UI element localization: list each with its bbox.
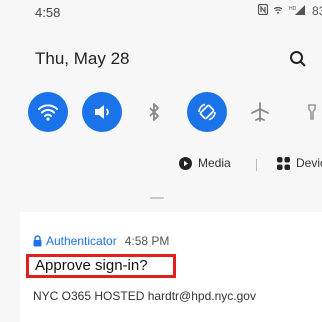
devices-label: Devic <box>296 156 322 170</box>
airplane-mode-toggle[interactable] <box>240 92 280 132</box>
bluetooth-icon <box>149 103 159 121</box>
sound-toggle[interactable] <box>82 92 122 132</box>
auto-rotate-toggle[interactable] <box>187 92 227 132</box>
status-time: 4:58 <box>35 5 61 20</box>
authenticator-lock-icon <box>33 235 42 247</box>
signal-icon: HD <box>289 4 310 18</box>
notification-body: NYC O365 HOSTED hardtr@hpd.nyc.gov <box>33 289 256 303</box>
date-label: Thu, May 28 <box>35 49 130 68</box>
play-icon <box>179 156 192 170</box>
search-button[interactable] <box>288 49 308 69</box>
devices-button[interactable]: Devic <box>277 156 322 170</box>
wifi-icon <box>38 104 58 121</box>
svg-text:HD: HD <box>289 6 297 12</box>
divider <box>256 159 257 171</box>
wifi-toggle[interactable] <box>28 92 68 132</box>
auto-rotate-icon <box>198 103 216 121</box>
battery-level: 83% <box>312 4 322 18</box>
bluetooth-toggle[interactable] <box>134 92 174 132</box>
flashlight-icon <box>308 104 316 120</box>
search-icon <box>290 51 306 67</box>
notification-title: Approve sign-in? <box>26 254 176 278</box>
media-label: Media <box>198 156 231 170</box>
drag-handle[interactable] <box>150 197 164 199</box>
status-bar: 4:58 HD 83% <box>0 0 322 26</box>
media-button[interactable]: Media <box>179 156 231 170</box>
status-icons: HD 83% <box>257 3 322 18</box>
quick-settings-row <box>0 92 322 136</box>
notification-header: Authenticator 4:58 PM <box>33 234 169 248</box>
airplane-icon <box>251 102 269 122</box>
flashlight-toggle[interactable] <box>292 92 322 132</box>
notification-card[interactable]: Authenticator 4:58 PM Approve sign-in? N… <box>20 212 322 322</box>
nfc-icon <box>257 3 271 18</box>
notification-app-name: Authenticator <box>46 234 117 248</box>
media-devices-row: Media Devic <box>0 156 322 176</box>
devices-icon <box>277 156 290 170</box>
volume-icon <box>95 105 109 119</box>
notification-time: 4:58 PM <box>124 234 170 248</box>
wifi-status-icon <box>273 4 286 18</box>
